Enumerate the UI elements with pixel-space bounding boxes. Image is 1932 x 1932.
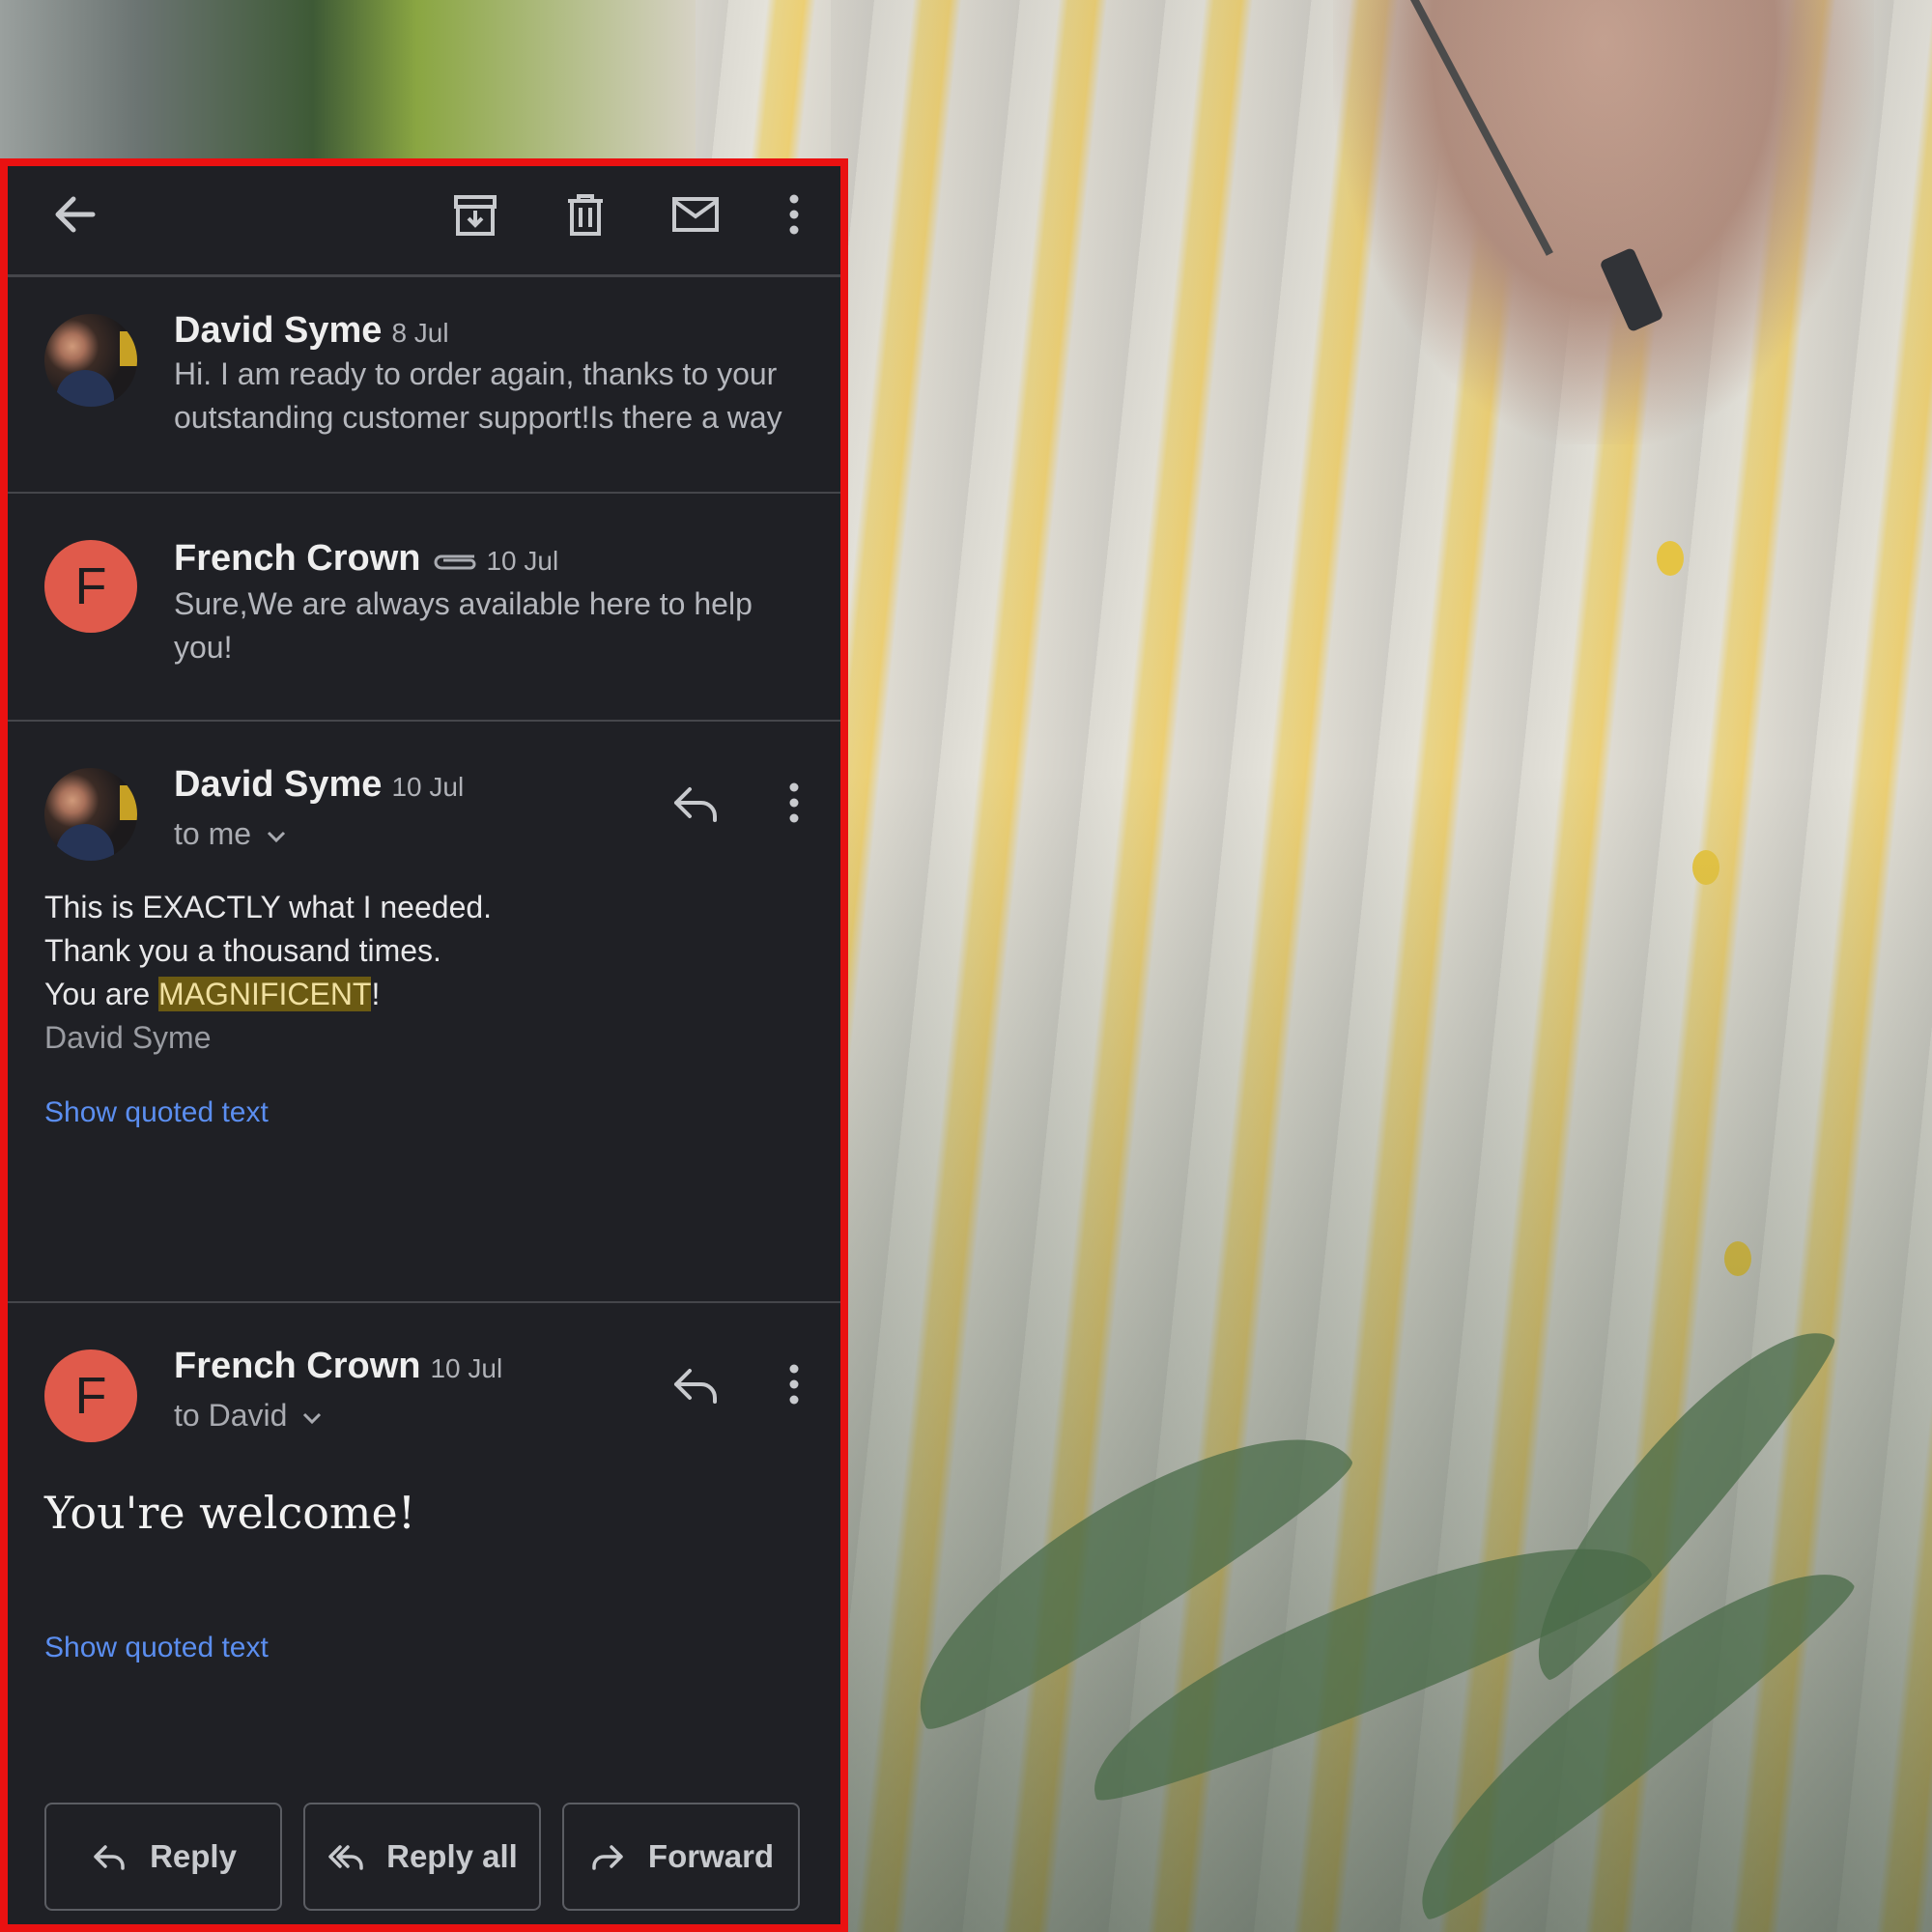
message-snippet: Hi. I am ready to order again, thanks to…	[174, 356, 782, 435]
sender-name: David Syme 8 Jul	[174, 310, 449, 351]
top-toolbar	[8, 166, 840, 277]
reply-all-label: Reply all	[386, 1838, 518, 1874]
reply-all-button[interactable]: Reply all	[303, 1803, 541, 1911]
archive-icon[interactable]	[448, 187, 502, 242]
show-quoted-text-link[interactable]: Show quoted text	[44, 1096, 269, 1129]
body-line: Thank you a thousand times.	[44, 933, 441, 968]
reply-label: Reply	[150, 1838, 237, 1874]
email-thread-panel: David Syme 8 Jul Hi. I am ready to order …	[0, 158, 848, 1932]
avatar	[44, 768, 137, 861]
reply-icon	[94, 1845, 125, 1870]
show-quoted-text-link[interactable]: Show quoted text	[44, 1632, 269, 1664]
message-date: 10 Jul	[430, 1353, 503, 1383]
trash-icon[interactable]	[558, 187, 612, 242]
message-date: 10 Jul	[391, 772, 465, 802]
back-arrow-icon[interactable]	[48, 187, 102, 242]
reply-button[interactable]: Reply	[44, 1803, 282, 1911]
mail-icon[interactable]	[668, 187, 723, 242]
sender-name: David Syme 10 Jul	[174, 764, 465, 805]
more-vert-icon[interactable]	[767, 187, 821, 242]
collapsed-message[interactable]: David Syme 8 Jul Hi. I am ready to order …	[8, 277, 840, 494]
avatar: F	[44, 540, 137, 633]
expanded-message: F French Crown 10 Jul to David You're wel…	[8, 1303, 840, 1767]
forward-label: Forward	[647, 1838, 775, 1874]
avatar	[44, 314, 137, 407]
message-snippet: Sure,We are always available here to hel…	[174, 586, 753, 665]
chevron-down-icon	[267, 831, 286, 842]
expanded-message: David Syme 10 Jul to me This is EXACTLY w…	[8, 722, 840, 1303]
forward-icon	[592, 1845, 623, 1870]
body-line: You are MAGNIFICENT!	[44, 977, 381, 1011]
message-date: 10 Jul	[486, 546, 559, 576]
chevron-down-icon	[303, 1412, 322, 1424]
collapsed-message[interactable]: F French Crown 10 Jul Sure,We are always …	[8, 494, 840, 722]
paperclip-icon	[434, 554, 476, 570]
reply-icon[interactable]	[668, 776, 723, 830]
forward-button[interactable]: Forward	[562, 1803, 800, 1911]
body-line: This is EXACTLY what I needed.	[44, 890, 493, 924]
sender-name: French Crown 10 Jul	[174, 1346, 503, 1386]
photo-top-left-foliage	[0, 0, 696, 174]
avatar: F	[44, 1350, 137, 1442]
signature: David Syme	[44, 1020, 212, 1055]
recipient-toggle[interactable]: to David	[174, 1398, 324, 1434]
more-vert-icon[interactable]	[767, 776, 821, 830]
more-vert-icon[interactable]	[767, 1357, 821, 1411]
message-body: This is EXACTLY what I needed. Thank you…	[44, 886, 492, 1060]
sender-name: French Crown 10 Jul	[174, 538, 559, 579]
message-body: You're welcome!	[44, 1487, 416, 1539]
recipient-toggle[interactable]: to me	[174, 816, 288, 852]
reply-icon[interactable]	[668, 1357, 723, 1411]
message-date: 8 Jul	[391, 318, 449, 348]
reply-all-icon	[328, 1845, 363, 1870]
search-highlight: MAGNIFICENT	[158, 977, 372, 1011]
